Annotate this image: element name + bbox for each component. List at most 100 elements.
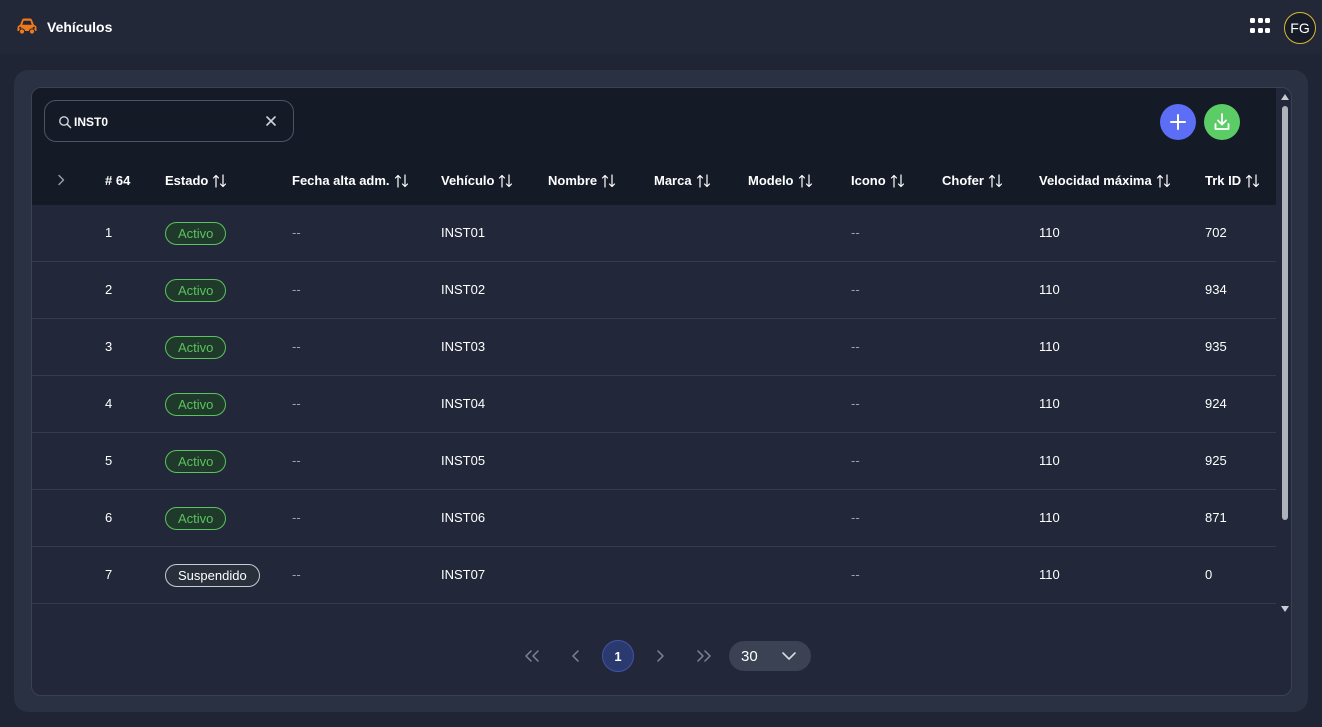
table-row[interactable]: 1 Activo -- INST01 -- 110 702 [32,205,1276,262]
velocidad-cell: 110 [1039,453,1060,468]
column-header-fecha-alta[interactable]: Fecha alta adm. [292,173,409,188]
sort-icon [1156,173,1170,188]
trk-id-cell: 925 [1205,453,1227,468]
fecha-alta-cell: -- [292,225,301,240]
row-number: 4 [105,396,113,411]
row-number: 2 [105,282,113,297]
velocidad-cell: 110 [1039,567,1060,582]
plus-icon [1170,114,1186,130]
status-badge: Activo [165,450,227,473]
sort-icon [696,173,710,188]
velocidad-cell: 110 [1039,510,1060,525]
fecha-alta-cell: -- [292,396,301,411]
status-badge: Activo [165,279,227,302]
row-number: 6 [105,510,113,525]
column-header-estado[interactable]: Estado [165,173,227,188]
column-header-vehiculo[interactable]: Vehículo [441,173,513,188]
row-number: 1 [105,225,113,240]
sort-icon [602,173,616,188]
row-number: 5 [105,453,113,468]
column-header-count: # 64 [105,173,131,188]
page-size-value: 30 [741,648,758,665]
scroll-down-icon[interactable] [1281,606,1289,612]
table-row[interactable]: 7 Suspendido -- INST07 -- 110 0 [32,547,1276,604]
fecha-alta-cell: -- [292,282,301,297]
table-row[interactable]: 6 Activo -- INST06 -- 110 871 [32,490,1276,547]
avatar[interactable]: FG [1284,12,1316,44]
vehiculo-cell: INST06 [441,510,486,525]
table-row[interactable]: 3 Activo -- INST03 -- 110 935 [32,319,1276,376]
icono-cell: -- [851,282,860,297]
row-number: 7 [105,567,113,582]
column-header-icono[interactable]: Icono [851,173,905,188]
vehiculo-cell: INST02 [441,282,486,297]
table-row[interactable]: 2 Activo -- INST02 -- 110 934 [32,262,1276,319]
download-button[interactable] [1204,104,1240,140]
vehiculo-cell: INST05 [441,453,486,468]
icono-cell: -- [851,510,860,525]
table-row[interactable]: 5 Activo -- INST05 -- 110 925 [32,433,1276,490]
icono-cell: -- [851,396,860,411]
search-icon [59,116,72,129]
sort-icon [394,173,408,188]
status-badge: Activo [165,336,227,359]
trk-id-cell: 0 [1205,567,1213,582]
scroll-up-icon[interactable] [1281,94,1289,100]
search-input[interactable] [74,112,254,132]
page-size-select[interactable]: 30 [729,641,811,671]
trk-id-cell: 924 [1205,396,1227,411]
sort-icon [988,173,1002,188]
fecha-alta-cell: -- [292,339,301,354]
table-header-area: # 64 Estado Fecha alta adm. Vehículo Nom… [32,88,1276,205]
page-button-current[interactable]: 1 [602,640,634,672]
table-head: # 64 Estado Fecha alta adm. Vehículo Nom… [32,157,1276,205]
first-page-button[interactable] [516,640,548,672]
next-page-button[interactable] [644,640,676,672]
trk-id-cell: 935 [1205,339,1227,354]
previous-page-button[interactable] [560,640,592,672]
chevron-down-icon [782,652,796,660]
column-header-nombre[interactable]: Nombre [548,173,616,188]
column-header-trk-id[interactable]: Trk ID [1205,173,1260,188]
sort-icon [890,173,904,188]
close-icon[interactable] [263,113,279,129]
sort-icon [213,173,227,188]
status-badge: Suspendido [165,564,260,587]
top-bar: Vehículos FG [0,0,1322,54]
vehicles-card: # 64 Estado Fecha alta adm. Vehículo Nom… [31,87,1292,696]
chevron-left-icon [572,650,579,662]
sort-icon [1246,173,1260,188]
icono-cell: -- [851,453,860,468]
velocidad-cell: 110 [1039,282,1060,297]
download-icon [1214,113,1230,130]
apps-grid-icon[interactable] [1250,18,1270,36]
add-vehicle-button[interactable] [1160,104,1196,140]
status-badge: Activo [165,393,227,416]
velocidad-cell: 110 [1039,225,1060,240]
vertical-scrollbar[interactable] [1278,88,1291,618]
vehiculo-cell: INST07 [441,567,486,582]
last-page-button[interactable] [688,640,720,672]
vehiculo-cell: INST01 [441,225,486,240]
column-header-modelo[interactable]: Modelo [748,173,813,188]
scrollbar-thumb[interactable] [1282,106,1288,520]
icono-cell: -- [851,225,860,240]
double-chevron-right-icon [697,650,711,662]
sort-icon [499,173,513,188]
status-badge: Activo [165,507,227,530]
trk-id-cell: 871 [1205,510,1227,525]
row-number: 3 [105,339,113,354]
column-header-marca[interactable]: Marca [654,173,711,188]
icono-cell: -- [851,339,860,354]
column-header-chofer[interactable]: Chofer [942,173,1003,188]
fecha-alta-cell: -- [292,567,301,582]
search-box[interactable] [44,100,294,142]
velocidad-cell: 110 [1039,396,1060,411]
chevron-right-icon [657,650,664,662]
column-header-velocidad-maxima[interactable]: Velocidad máxima [1039,173,1171,188]
double-chevron-left-icon [525,650,539,662]
icono-cell: -- [851,567,860,582]
table-row[interactable]: 4 Activo -- INST04 -- 110 924 [32,376,1276,433]
car-icon [17,18,37,35]
chevron-right-icon[interactable] [54,173,68,187]
